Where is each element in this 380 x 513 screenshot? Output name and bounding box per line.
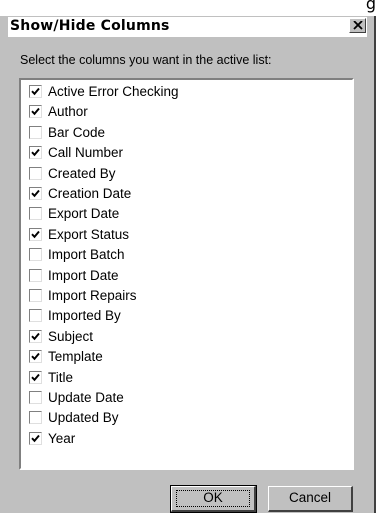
check-icon [31,373,40,381]
check-icon [31,149,40,157]
close-button[interactable] [349,18,366,33]
column-list-item[interactable]: Import Repairs [29,287,329,305]
check-icon [31,434,40,443]
cancel-button[interactable]: Cancel [268,486,353,512]
column-list-item[interactable]: Imported By [29,307,329,325]
column-label: Imported By [48,308,121,324]
column-list-item[interactable]: Title [29,369,329,387]
dialog-title: Show/Hide Columns [10,18,170,34]
column-checkbox[interactable] [29,268,42,282]
column-checkbox[interactable] [29,248,42,262]
columns-listbox[interactable]: Active Error Checking Author Bar Code Call … [19,78,354,470]
check-icon [31,87,40,96]
background-edge: g [0,0,380,16]
column-list-item[interactable]: Import Date [29,267,329,285]
column-list-item[interactable]: Creation Date [29,185,329,203]
column-label: Year [48,430,76,446]
column-list-item[interactable]: Bar Code [29,124,329,142]
show-hide-columns-dialog: Show/Hide Columns Select the columns you… [0,16,376,513]
column-checkbox[interactable] [29,125,42,139]
column-label: Import Repairs [48,288,137,303]
column-label: Updated By [48,410,119,426]
title-bar: Show/Hide Columns [8,17,367,37]
column-checkbox[interactable] [29,309,42,323]
column-checkbox[interactable] [29,411,42,425]
column-label: Import Date [48,267,119,283]
column-label: Template [48,349,103,365]
column-checkbox[interactable] [29,350,42,364]
check-icon [31,230,40,239]
cancel-button-label: Cancel [288,490,332,505]
ok-button[interactable]: OK [170,485,257,513]
edge-glyph: g [365,0,376,13]
column-label: Subject [48,328,94,344]
column-checkbox[interactable] [29,85,42,98]
column-checkbox[interactable] [29,105,42,119]
column-label: Active Error Checking [48,84,179,99]
column-label: Call Number [48,145,124,161]
column-list-item[interactable]: Import Batch [29,246,329,264]
focus-rectangle [176,490,250,507]
column-label: Title [48,369,74,385]
check-icon [31,353,40,361]
column-label: Import Batch [48,247,125,263]
column-checkbox[interactable] [29,431,42,445]
check-icon [31,108,40,116]
column-checkbox[interactable] [29,187,42,200]
column-list-item[interactable]: Author [29,103,329,121]
column-label: Creation Date [48,186,132,201]
column-label: Created By [48,165,116,181]
check-icon [31,332,40,341]
column-checkbox[interactable] [29,391,42,404]
column-label: Export Status [48,226,130,242]
column-list-item[interactable]: Subject [29,328,329,346]
column-list-item[interactable]: Export Status [29,226,329,244]
column-list-item[interactable]: Template [29,348,329,366]
column-checkbox[interactable] [29,207,42,221]
column-checkbox[interactable] [29,227,42,241]
column-list-item[interactable]: Year [29,430,329,448]
column-list-item[interactable]: Call Number [29,144,329,162]
column-label: Author [48,104,88,120]
column-list-item[interactable]: Active Error Checking [29,83,329,101]
column-checkbox[interactable] [29,370,42,384]
column-checkbox[interactable] [29,166,42,180]
column-list-item[interactable]: Created By [29,165,329,183]
instruction-text: Select the columns you want in the activ… [20,53,272,67]
column-list-item[interactable]: Update Date [29,389,329,407]
column-label: Bar Code [48,124,106,140]
column-label: Update Date [48,390,124,405]
column-checkbox[interactable] [29,329,42,343]
column-label: Export Date [48,206,120,222]
close-icon [353,21,363,30]
column-checkbox[interactable] [29,289,42,302]
column-list-item[interactable]: Export Date [29,205,329,223]
column-list-item[interactable]: Updated By [29,409,329,427]
column-checkbox[interactable] [29,146,42,160]
check-icon [31,189,40,198]
